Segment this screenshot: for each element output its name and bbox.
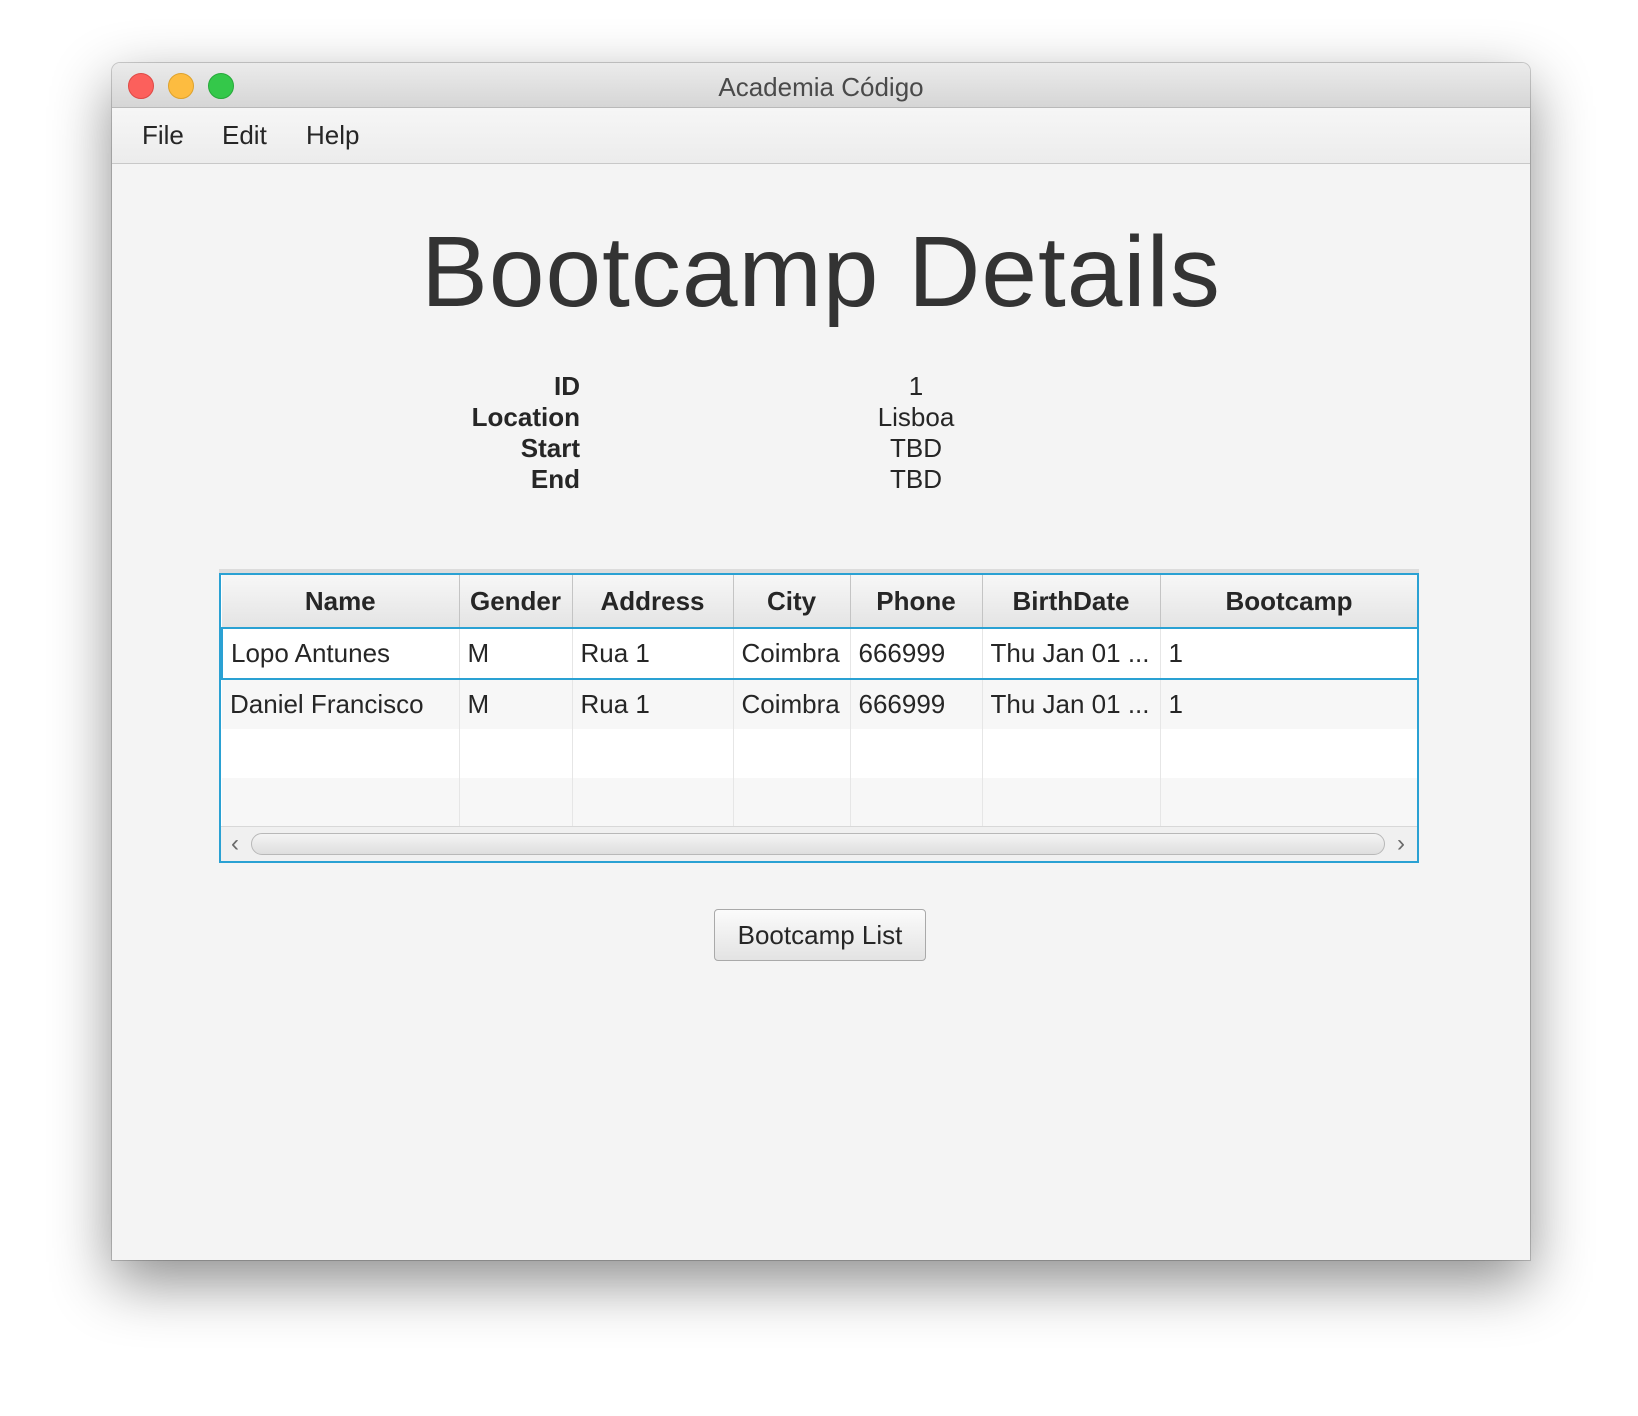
window-title: Academia Código — [718, 72, 924, 102]
column-header-phone[interactable]: Phone — [850, 575, 983, 629]
cell-name: Lopo Antunes — [221, 627, 460, 680]
app-window: Academia Código File Edit Help Bootcamp … — [112, 63, 1530, 1260]
chevron-right-icon[interactable]: › — [1389, 830, 1413, 858]
cell-bootcamp: 1 — [1160, 627, 1417, 680]
chevron-left-icon[interactable]: ‹ — [223, 830, 247, 858]
detail-label-end: End — [530, 464, 580, 494]
table-header-row: Name Gender Address City Phone BirthDate… — [222, 575, 1417, 629]
detail-label-location: Location — [471, 402, 580, 432]
detail-row-end: End TBD — [112, 464, 1530, 496]
page-title: Bootcamp Details — [421, 216, 1221, 328]
cell-birthdate: Thu Jan 01 ... — [982, 627, 1161, 680]
column-header-bootcamp[interactable]: Bootcamp — [1160, 575, 1417, 629]
column-header-city[interactable]: City — [733, 575, 851, 629]
detail-value-id: 1 — [908, 371, 924, 401]
cell-bootcamp: 1 — [1160, 679, 1417, 729]
column-header-gender[interactable]: Gender — [459, 575, 573, 629]
detail-value-start: TBD — [890, 433, 942, 463]
horizontal-scrollbar[interactable]: ‹ › — [221, 826, 1417, 861]
empty-table-row — [222, 729, 1417, 778]
detail-label-start: Start — [520, 433, 580, 463]
cell-gender: M — [459, 679, 573, 729]
detail-row-location: Location Lisboa — [112, 402, 1530, 434]
detail-value-end: TBD — [890, 464, 942, 494]
cell-gender: M — [459, 627, 573, 680]
empty-table-row — [222, 778, 1417, 827]
menu-file[interactable]: File — [142, 120, 184, 151]
menu-bar: File Edit Help — [112, 108, 1530, 164]
cell-phone: 666999 — [850, 679, 983, 729]
cell-city: Coimbra — [733, 679, 851, 729]
scrollbar-thumb[interactable] — [251, 833, 1385, 855]
cell-address: Rua 1 — [572, 627, 734, 680]
cell-birthdate: Thu Jan 01 ... — [982, 679, 1161, 729]
detail-value-location: Lisboa — [877, 402, 955, 432]
table-row[interactable]: Daniel Francisco M Rua 1 Coimbra 666999 … — [222, 679, 1417, 729]
table-row[interactable]: Lopo Antunes M Rua 1 Coimbra 666999 Thu … — [221, 627, 1417, 680]
detail-row-id: ID 1 — [112, 371, 1530, 403]
column-header-name[interactable]: Name — [222, 575, 460, 629]
students-table[interactable]: Name Gender Address City Phone BirthDate… — [219, 573, 1419, 863]
cell-address: Rua 1 — [572, 679, 734, 729]
detail-label-id: ID — [554, 371, 580, 401]
detail-row-start: Start TBD — [112, 433, 1530, 465]
menu-edit[interactable]: Edit — [222, 120, 267, 151]
menu-help[interactable]: Help — [306, 120, 359, 151]
title-bar[interactable]: Academia Código — [112, 63, 1530, 108]
cell-phone: 666999 — [850, 627, 983, 680]
bootcamp-list-button[interactable]: Bootcamp List — [714, 909, 926, 961]
column-header-birthdate[interactable]: BirthDate — [982, 575, 1161, 629]
cell-city: Coimbra — [733, 627, 851, 680]
cell-name: Daniel Francisco — [222, 679, 460, 729]
column-header-address[interactable]: Address — [572, 575, 734, 629]
